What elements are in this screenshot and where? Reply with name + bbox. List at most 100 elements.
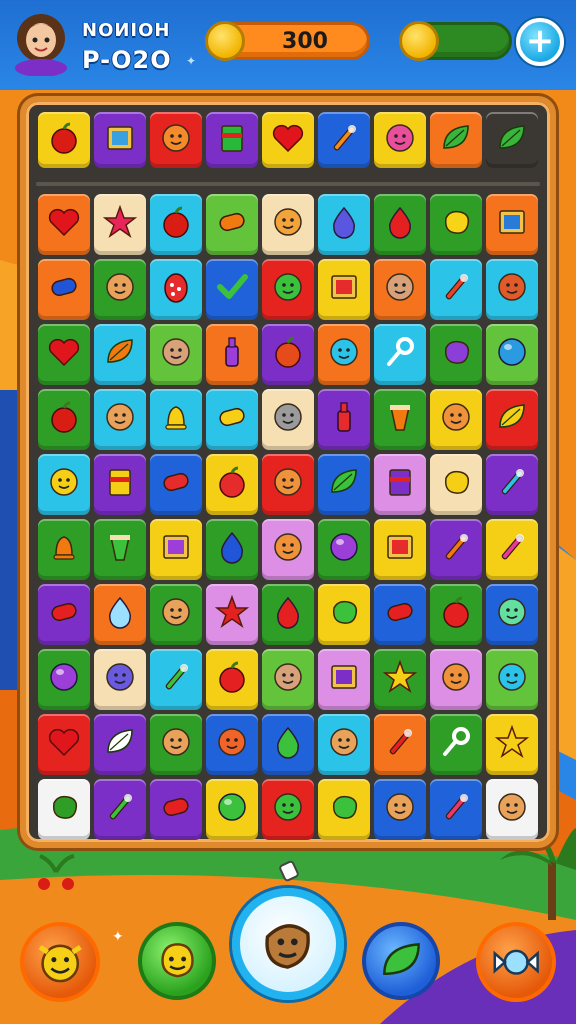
board-tile[interactable] [318, 584, 370, 645]
board-tile[interactable] [486, 519, 538, 580]
board-tile[interactable] [374, 519, 426, 580]
board-tile[interactable] [374, 714, 426, 775]
board-tile[interactable] [38, 324, 90, 385]
board-tile[interactable] [486, 324, 538, 385]
board-tile[interactable] [94, 519, 146, 580]
board-tile[interactable] [262, 519, 314, 580]
board-tile[interactable] [206, 649, 258, 710]
board-tile[interactable] [262, 259, 314, 320]
board-tile[interactable] [318, 389, 370, 450]
board-tile[interactable] [318, 779, 370, 840]
board-tile[interactable] [94, 389, 146, 450]
board-tile[interactable] [430, 584, 482, 645]
board-tile[interactable] [430, 779, 482, 840]
board-tile[interactable] [262, 584, 314, 645]
board-tile[interactable] [430, 259, 482, 320]
board-tile[interactable] [374, 324, 426, 385]
coin-counter[interactable]: 300 [205, 21, 370, 61]
board-tile[interactable] [318, 714, 370, 775]
board-tile[interactable] [374, 389, 426, 450]
board-tile[interactable] [38, 779, 90, 840]
board-tile[interactable] [94, 779, 146, 840]
goal-tile[interactable] [150, 112, 202, 168]
board-tile[interactable] [318, 454, 370, 515]
board-tile[interactable] [94, 649, 146, 710]
board-tile[interactable] [374, 454, 426, 515]
board-tile[interactable] [150, 584, 202, 645]
board-tile[interactable] [150, 714, 202, 775]
board-tile[interactable] [94, 259, 146, 320]
board-tile[interactable] [486, 779, 538, 840]
board-tile[interactable] [206, 454, 258, 515]
board-tile[interactable] [318, 649, 370, 710]
board-tile[interactable] [206, 324, 258, 385]
board-tile[interactable] [94, 194, 146, 255]
goal-tile[interactable] [262, 112, 314, 168]
board-tile[interactable] [262, 194, 314, 255]
board-tile[interactable] [38, 259, 90, 320]
board-tile[interactable] [430, 454, 482, 515]
player-avatar[interactable] [12, 10, 70, 77]
board-tile[interactable] [374, 194, 426, 255]
board-tile[interactable] [486, 194, 538, 255]
board-tile[interactable] [38, 454, 90, 515]
board-tile[interactable] [318, 259, 370, 320]
goal-tile[interactable] [206, 112, 258, 168]
board-tile[interactable] [262, 779, 314, 840]
board-tile[interactable] [318, 519, 370, 580]
board-tile[interactable] [486, 389, 538, 450]
board-tile[interactable] [262, 389, 314, 450]
add-currency-button[interactable]: + [516, 18, 564, 66]
board-tile[interactable] [38, 519, 90, 580]
board-tile[interactable] [262, 714, 314, 775]
goal-tile[interactable] [374, 112, 426, 168]
candy-booster-button[interactable] [476, 922, 556, 1002]
smiley-booster-button[interactable] [20, 922, 100, 1002]
board-tile[interactable] [430, 389, 482, 450]
board-tile[interactable] [150, 324, 202, 385]
board-tile[interactable] [430, 649, 482, 710]
board-tile[interactable] [430, 519, 482, 580]
energy-bar[interactable] [399, 21, 512, 61]
board-tile[interactable] [150, 649, 202, 710]
board-tile[interactable] [94, 714, 146, 775]
board-tile[interactable] [486, 649, 538, 710]
board-tile[interactable] [150, 454, 202, 515]
board-tile[interactable] [318, 324, 370, 385]
board-tile[interactable] [206, 714, 258, 775]
acorn-booster-button[interactable] [232, 888, 344, 1000]
board-tile[interactable] [38, 649, 90, 710]
goal-tile[interactable] [486, 112, 538, 168]
board-tile[interactable] [94, 324, 146, 385]
board-tile[interactable] [374, 649, 426, 710]
board-tile[interactable] [374, 584, 426, 645]
board-tile[interactable] [262, 324, 314, 385]
board-tile[interactable] [430, 324, 482, 385]
board-tile[interactable] [430, 714, 482, 775]
board-tile[interactable] [94, 584, 146, 645]
board-tile[interactable] [374, 779, 426, 840]
board-tile[interactable] [150, 194, 202, 255]
board-tile[interactable] [486, 714, 538, 775]
board-tile[interactable] [206, 779, 258, 840]
board-tile[interactable] [206, 584, 258, 645]
board-tile[interactable] [150, 259, 202, 320]
board-tile[interactable] [206, 389, 258, 450]
goal-tile[interactable] [430, 112, 482, 168]
leaf-booster-button[interactable] [362, 922, 440, 1000]
goal-tile[interactable] [38, 112, 90, 168]
board-tile[interactable] [38, 714, 90, 775]
board-tile[interactable] [486, 259, 538, 320]
board-tile[interactable] [430, 194, 482, 255]
board-tile[interactable] [38, 389, 90, 450]
board-tile[interactable] [150, 389, 202, 450]
board-tile[interactable] [150, 779, 202, 840]
goal-tile[interactable] [94, 112, 146, 168]
board-tile[interactable] [262, 454, 314, 515]
face-booster-button[interactable] [138, 922, 216, 1000]
board-tile[interactable] [206, 519, 258, 580]
board-tile[interactable] [38, 194, 90, 255]
goal-tile[interactable] [318, 112, 370, 168]
board-tile[interactable] [38, 584, 90, 645]
board-tile[interactable] [486, 584, 538, 645]
